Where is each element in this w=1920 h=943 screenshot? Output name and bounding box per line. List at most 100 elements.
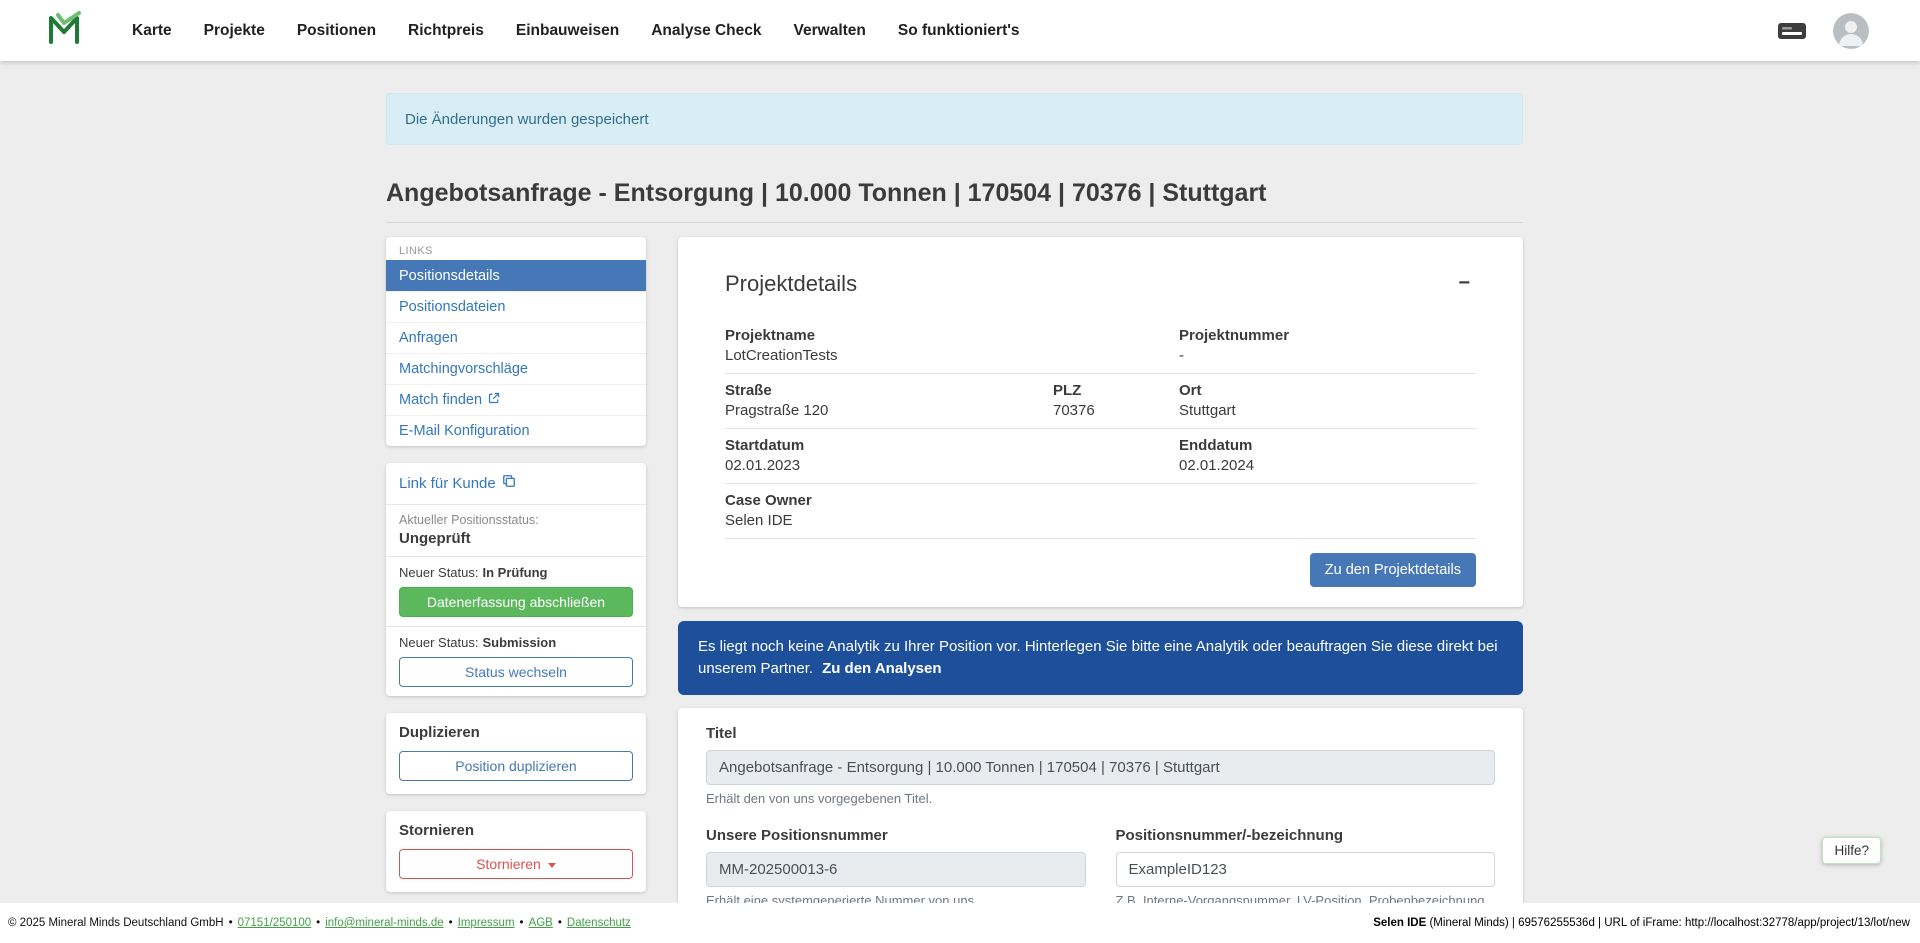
collapse-icon[interactable]: −: [1452, 271, 1476, 295]
titel-input: [706, 750, 1495, 785]
footer-user: Selen IDE: [1373, 917, 1426, 929]
navbar-right: [1777, 13, 1869, 49]
footer-left: © 2025 Mineral Minds Deutschland GmbH • …: [8, 917, 631, 929]
footer-link-email[interactable]: info@mineral-minds.de: [325, 917, 443, 929]
sidebar-item-email-konfiguration[interactable]: E-Mail Konfiguration: [386, 415, 646, 446]
links-header: LINKS: [386, 237, 646, 260]
field-ort: Ort Stuttgart: [1179, 382, 1476, 419]
help-button[interactable]: Hilfe?: [1822, 837, 1881, 864]
next-status-value: In Prüfung: [483, 565, 548, 580]
separator-dot: •: [229, 917, 233, 929]
sidebar-item-match-finden[interactable]: Match finden: [386, 384, 646, 415]
nav-item-positionen[interactable]: Positionen: [281, 22, 392, 40]
field-spacer: [1053, 437, 1179, 474]
top-navbar: Karte Projekte Positionen Richtpreis Ein…: [0, 0, 1920, 61]
sidebar-item-anfragen[interactable]: Anfragen: [386, 322, 646, 353]
page-footer: © 2025 Mineral Minds Deutschland GmbH • …: [0, 903, 1920, 943]
to-project-details-button[interactable]: Zu den Projektdetails: [1310, 553, 1476, 587]
main-nav: Karte Projekte Positionen Richtpreis Ein…: [116, 22, 1036, 40]
next-status-line: Neuer Status: In Prüfung: [399, 565, 633, 580]
server-icon[interactable]: [1777, 20, 1807, 42]
nav-item-richtpreis[interactable]: Richtpreis: [392, 22, 500, 40]
custom-number-input[interactable]: [1116, 852, 1496, 887]
status-card: Link für Kunde Aktueller Positionsstatus…: [386, 463, 646, 696]
nav-item-analyse-check[interactable]: Analyse Check: [635, 22, 777, 40]
analytics-banner: Es liegt noch keine Analytik zu Ihrer Po…: [678, 621, 1523, 695]
save-success-alert: Die Änderungen wurden gespeichert: [386, 93, 1523, 145]
copy-icon: [502, 474, 516, 492]
custom-number-field: Positionsnummer/-bezeichnung Z.B. Intern…: [1116, 827, 1496, 908]
footer-link-phone[interactable]: 07151/250100: [238, 917, 312, 929]
user-avatar[interactable]: [1833, 13, 1869, 49]
project-actions: Zu den Projektdetails: [725, 553, 1476, 587]
separator-dot: •: [558, 917, 562, 929]
title-divider: [386, 222, 1523, 223]
cancel-dropdown-button[interactable]: Stornieren: [399, 849, 633, 879]
customer-link-label: Link für Kunde: [399, 475, 496, 492]
project-details-card: Projektdetails − Projektname LotCreation…: [678, 237, 1523, 607]
project-details-title: Projektdetails: [725, 271, 857, 297]
caret-down-icon: [548, 863, 556, 868]
duplicate-position-button[interactable]: Position duplizieren: [399, 751, 633, 781]
nav-item-einbauweisen[interactable]: Einbauweisen: [500, 22, 635, 40]
our-number-label: Unsere Positionsnummer: [706, 827, 1086, 844]
next-status-line: Neuer Status: Submission: [399, 635, 633, 650]
nav-item-so-funktionierts[interactable]: So funktioniert's: [882, 22, 1036, 40]
sidebar-links-card: LINKS Positionsdetails Positionsdateien …: [386, 237, 646, 446]
app-logo[interactable]: [46, 11, 82, 50]
footer-meta: (Mineral Minds) | 69576255536d | URL of …: [1426, 917, 1910, 929]
main-column: Projektdetails − Projektname LotCreation…: [678, 237, 1523, 934]
sidebar-item-positionsdateien[interactable]: Positionsdateien: [386, 291, 646, 322]
cancel-button-label: Stornieren: [476, 856, 541, 872]
to-analyses-link[interactable]: Zu den Analysen: [822, 660, 941, 677]
field-plz: PLZ 70376: [1053, 382, 1179, 419]
next-status-label: Neuer Status:: [399, 635, 479, 650]
nav-item-karte[interactable]: Karte: [116, 22, 188, 40]
field-strasse: Straße Pragstraße 120: [725, 382, 1053, 419]
alert-message: Die Änderungen wurden gespeichert: [405, 111, 649, 128]
next-status-section-1: Neuer Status: In Prüfung Datenerfassung a…: [386, 557, 646, 627]
position-form-card: Titel Erhält den von uns vorgegebenen Ti…: [678, 708, 1523, 934]
customer-link[interactable]: Link für Kunde: [399, 471, 516, 495]
number-fields-row: Unsere Positionsnummer Erhält eine syste…: [706, 827, 1495, 908]
logo-icon: [46, 11, 82, 50]
project-row-dates: Startdatum 02.01.2023 Enddatum 02.01.202…: [725, 429, 1476, 484]
project-row-owner: Case Owner Selen IDE: [725, 484, 1476, 539]
field-spacer: [1053, 327, 1179, 364]
cancel-card-title: Stornieren: [399, 822, 633, 839]
next-status-value: Submission: [483, 635, 557, 650]
our-number-input: [706, 852, 1086, 887]
our-number-field: Unsere Positionsnummer Erhält eine syste…: [706, 827, 1086, 908]
titel-label: Titel: [706, 725, 1495, 742]
project-details-header: Projektdetails −: [725, 271, 1476, 297]
footer-link-impressum[interactable]: Impressum: [458, 917, 515, 929]
sidebar-item-positionsdetails[interactable]: Positionsdetails: [386, 260, 646, 291]
field-enddatum: Enddatum 02.01.2024: [1179, 437, 1476, 474]
field-case-owner: Case Owner Selen IDE: [725, 492, 1053, 529]
footer-session-info: Selen IDE (Mineral Minds) | 69576255536d…: [1373, 917, 1910, 929]
current-status-label: Aktueller Positionsstatus:: [399, 513, 633, 527]
nav-item-projekte[interactable]: Projekte: [188, 22, 281, 40]
switch-status-button[interactable]: Status wechseln: [399, 657, 633, 687]
footer-link-agb[interactable]: AGB: [529, 917, 553, 929]
current-status-section: Aktueller Positionsstatus: Ungeprüft: [386, 505, 646, 557]
sidebar-item-matchingvorschlaege[interactable]: Matchingvorschläge: [386, 353, 646, 384]
sidebar-item-label: Match finden: [399, 392, 482, 408]
project-row-address: Straße Pragstraße 120 PLZ 70376 Ort Stut…: [725, 374, 1476, 429]
page-title: Angebotsanfrage - Entsorgung | 10.000 To…: [386, 179, 1523, 208]
nav-item-verwalten[interactable]: Verwalten: [778, 22, 882, 40]
project-row-name: Projektname LotCreationTests Projektnumm…: [725, 319, 1476, 374]
separator-dot: •: [316, 917, 320, 929]
external-link-icon: [488, 392, 500, 408]
next-status-label: Neuer Status:: [399, 565, 479, 580]
separator-dot: •: [449, 917, 453, 929]
field-projektnummer: Projektnummer -: [1179, 327, 1476, 364]
current-status-value: Ungeprüft: [399, 530, 633, 547]
duplicate-card-title: Duplizieren: [399, 724, 633, 741]
footer-link-datenschutz[interactable]: Datenschutz: [567, 917, 631, 929]
footer-copyright: © 2025 Mineral Minds Deutschland GmbH: [8, 917, 224, 929]
titel-help: Erhält den von uns vorgegebenen Titel.: [706, 791, 1495, 806]
complete-data-entry-button[interactable]: Datenerfassung abschließen: [399, 587, 633, 617]
analytics-banner-text: Es liegt noch keine Analytik zu Ihrer Po…: [698, 638, 1498, 677]
custom-number-label: Positionsnummer/-bezeichnung: [1116, 827, 1496, 844]
